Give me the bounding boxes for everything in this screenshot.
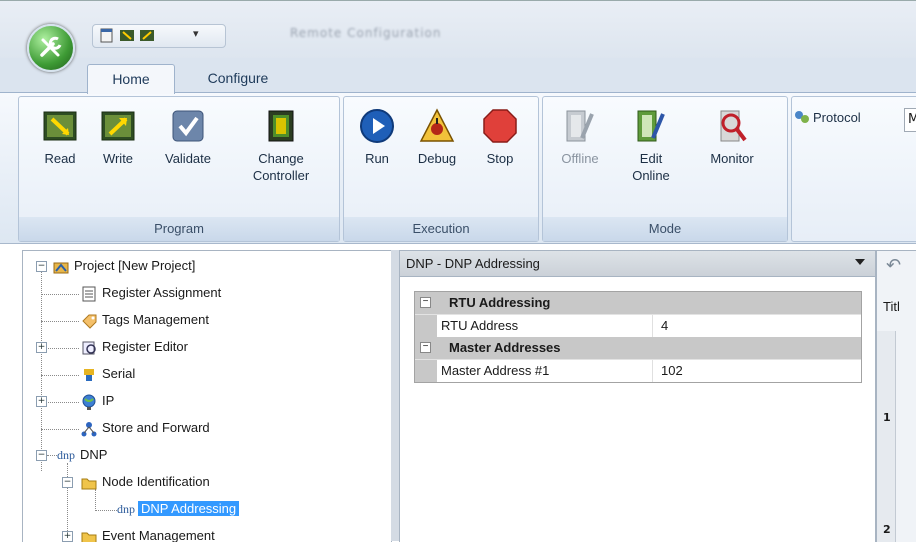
row-gutter bbox=[415, 315, 437, 337]
tree-item-tags-management[interactable]: Tags Management bbox=[81, 309, 209, 331]
master-address-1-value[interactable]: 102 bbox=[652, 360, 861, 382]
tree-item-project[interactable]: Project [New Project] bbox=[53, 255, 195, 277]
monitor-icon bbox=[714, 108, 750, 144]
change-controller-button[interactable]: Change Controller bbox=[236, 108, 326, 184]
right-panel: ↶ Titl 1 2 bbox=[876, 250, 916, 542]
group-title-mode: Mode bbox=[543, 217, 787, 241]
tree-line bbox=[95, 510, 117, 511]
controller-icon bbox=[263, 108, 299, 144]
tree-item-event-management[interactable]: Event Management bbox=[81, 525, 215, 542]
group-title-program: Program bbox=[19, 217, 339, 241]
window-title: Remote Configuration bbox=[290, 26, 442, 40]
tree-item-dnp-addressing[interactable]: dnp DNP Addressing bbox=[117, 498, 240, 520]
read-button[interactable]: Read bbox=[36, 108, 84, 167]
project-tree: − Project [New Project] Register Assignm… bbox=[22, 250, 392, 542]
property-row-master-address-1[interactable]: Master Address #1 102 bbox=[415, 359, 861, 382]
quick-access-toolbar: ▾ bbox=[92, 24, 226, 48]
write-button[interactable]: Write bbox=[92, 108, 144, 167]
tag-icon bbox=[81, 313, 97, 329]
category-rtu-addressing[interactable]: − RTU Addressing bbox=[415, 292, 861, 314]
tree-line bbox=[41, 375, 79, 376]
tree-item-store-and-forward[interactable]: Store and Forward bbox=[81, 417, 210, 439]
read-icon[interactable] bbox=[119, 28, 135, 43]
row-number: 1 bbox=[883, 411, 891, 424]
network-icon bbox=[81, 421, 97, 437]
list-icon bbox=[81, 286, 97, 302]
read-icon bbox=[42, 108, 78, 144]
collapse-toggle[interactable]: − bbox=[36, 450, 47, 461]
tree-line bbox=[41, 294, 79, 295]
application-menu-button[interactable] bbox=[27, 24, 75, 72]
tree-item-register-editor[interactable]: Register Editor bbox=[81, 336, 188, 358]
stop-button[interactable]: Stop bbox=[478, 108, 522, 167]
monitor-button[interactable]: Monitor bbox=[696, 108, 768, 167]
rtu-address-value[interactable]: 4 bbox=[652, 315, 861, 337]
expand-toggle[interactable]: + bbox=[36, 396, 47, 407]
chevron-down-icon[interactable] bbox=[855, 259, 865, 265]
edit-online-button[interactable]: Edit Online bbox=[624, 108, 678, 184]
property-row-rtu-address[interactable]: RTU Address 4 bbox=[415, 314, 861, 337]
tree-line bbox=[41, 429, 79, 430]
tree-line bbox=[41, 271, 42, 471]
property-panel-header[interactable]: DNP - DNP Addressing bbox=[400, 251, 875, 277]
run-button[interactable]: Run bbox=[355, 108, 399, 167]
serial-port-icon bbox=[81, 367, 97, 383]
tree-line bbox=[41, 321, 79, 322]
undo-icon[interactable]: ↶ bbox=[886, 255, 901, 276]
write-icon[interactable] bbox=[139, 28, 155, 43]
tree-item-dnp[interactable]: dnp DNP bbox=[57, 444, 107, 466]
offline-button[interactable]: Offline bbox=[552, 108, 608, 167]
row-gutter bbox=[415, 360, 437, 382]
dnp-icon: dnp bbox=[117, 502, 135, 516]
dnp-icon: dnp bbox=[57, 448, 75, 462]
debug-button[interactable]: Debug bbox=[410, 108, 464, 167]
edit-online-icon bbox=[633, 108, 669, 144]
folder-icon bbox=[81, 475, 97, 491]
protocol-icon bbox=[794, 110, 810, 124]
new-file-icon[interactable] bbox=[99, 28, 115, 43]
validate-button[interactable]: Validate bbox=[152, 108, 224, 167]
register-editor-icon bbox=[81, 340, 97, 356]
row-header-column: 1 2 bbox=[877, 331, 896, 542]
protocol-label: Protocol bbox=[794, 110, 861, 125]
expand-toggle[interactable]: + bbox=[62, 531, 73, 542]
protocol-select[interactable]: M bbox=[904, 108, 916, 132]
tools-icon bbox=[40, 36, 62, 57]
expand-toggle[interactable]: + bbox=[36, 342, 47, 353]
tree-item-ip[interactable]: IP bbox=[81, 390, 114, 412]
tab-home[interactable]: Home bbox=[87, 64, 175, 94]
stop-icon bbox=[482, 108, 518, 144]
category-master-addresses[interactable]: − Master Addresses bbox=[415, 337, 861, 359]
validate-icon bbox=[170, 108, 206, 144]
write-icon bbox=[100, 108, 136, 144]
tree-item-node-identification[interactable]: Node Identification bbox=[81, 471, 210, 493]
project-icon bbox=[53, 259, 69, 275]
tree-line bbox=[47, 455, 57, 456]
globe-icon bbox=[81, 394, 97, 410]
collapse-toggle[interactable]: − bbox=[62, 477, 73, 488]
tree-item-register-assignment[interactable]: Register Assignment bbox=[81, 282, 221, 304]
debug-icon bbox=[419, 108, 455, 144]
collapse-toggle[interactable]: − bbox=[420, 342, 431, 353]
property-grid: − RTU Addressing RTU Address 4 − Master … bbox=[414, 291, 862, 383]
group-title-execution: Execution bbox=[344, 217, 538, 241]
offline-icon bbox=[562, 108, 598, 144]
right-panel-title: Titl bbox=[883, 299, 900, 314]
property-panel: DNP - DNP Addressing − RTU Addressing RT… bbox=[399, 250, 876, 542]
collapse-toggle[interactable]: − bbox=[36, 261, 47, 272]
row-number: 2 bbox=[883, 523, 891, 536]
collapse-toggle[interactable]: − bbox=[420, 297, 431, 308]
play-icon bbox=[359, 108, 395, 144]
tree-item-serial[interactable]: Serial bbox=[81, 363, 135, 385]
customize-qat-icon[interactable]: ▾ bbox=[193, 27, 209, 42]
folder-icon bbox=[81, 529, 97, 542]
tab-configure[interactable]: Configure bbox=[186, 64, 290, 92]
panel-splitter[interactable] bbox=[391, 250, 399, 541]
